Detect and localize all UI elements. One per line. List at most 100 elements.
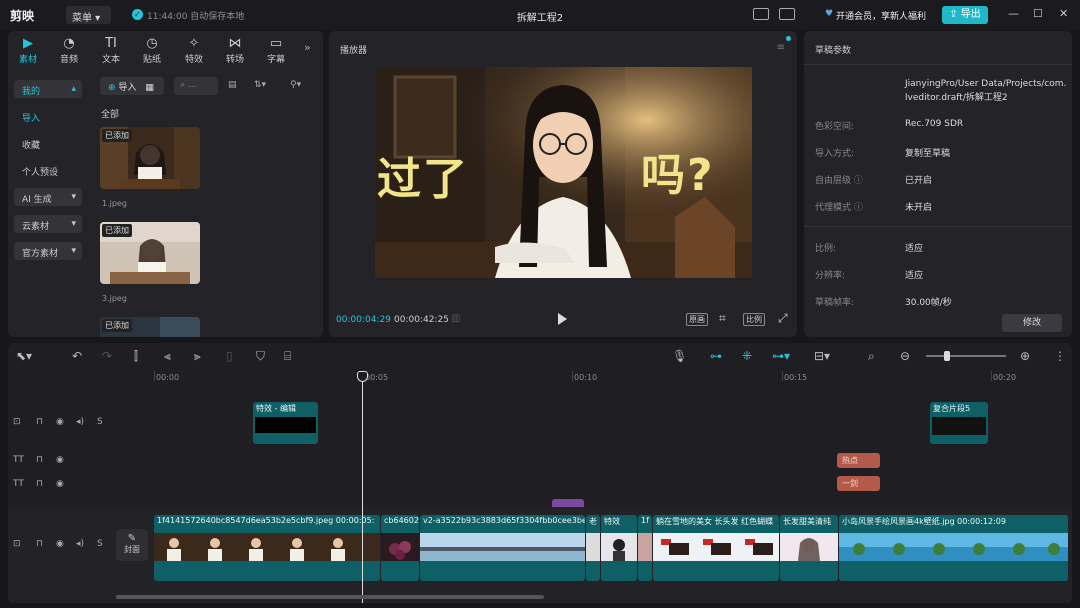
fit-zoom-icon[interactable]: ⌕: [868, 349, 875, 364]
media-thumb[interactable]: 已添加: [100, 222, 200, 284]
redo-icon[interactable]: ↷: [102, 349, 112, 363]
edit-button[interactable]: 修改: [1002, 314, 1062, 332]
media-thumb[interactable]: 已添加: [100, 317, 200, 337]
player-menu-icon[interactable]: ≡: [777, 42, 785, 53]
lock-icon[interactable]: ⊓: [36, 539, 43, 549]
lock-icon[interactable]: ⊓: [36, 455, 43, 465]
select-tool-icon[interactable]: ⬉▾: [16, 349, 32, 363]
tab-text[interactable]: TI 文本: [96, 36, 126, 65]
tab-audio[interactable]: ◔ 音频: [54, 36, 84, 65]
more-tabs-icon[interactable]: »: [304, 41, 311, 54]
layout-icon[interactable]: [779, 8, 795, 20]
ruler-tick-label: 00:15: [784, 373, 808, 382]
solo-icon[interactable]: S: [97, 539, 103, 549]
info-icon[interactable]: ⓘ: [854, 203, 863, 213]
video-clip[interactable]: 老: [586, 515, 600, 581]
video-clip[interactable]: 特效: [601, 515, 637, 581]
solo-icon[interactable]: S: [97, 417, 103, 427]
timeline-view-icon[interactable]: ▥: [451, 313, 460, 324]
zoom-out-icon[interactable]: ⊖: [900, 349, 910, 363]
lock-icon[interactable]: ⊓: [36, 417, 43, 427]
close-icon[interactable]: ✕: [1059, 7, 1068, 20]
video-clip[interactable]: v2-a3522b93c3883d65f3304fbb0cee3be: [420, 515, 585, 581]
nav-cloud[interactable]: 云素材 ▾: [14, 215, 82, 233]
info-icon[interactable]: ⓘ: [854, 176, 863, 186]
search-input[interactable]: ⌕ ...: [174, 77, 218, 95]
aspect-ratio-button[interactable]: 比例: [743, 313, 765, 326]
effect-clip[interactable]: 特效 - 编辑: [253, 402, 318, 444]
eye-icon[interactable]: ◉: [56, 539, 64, 549]
video-clip[interactable]: 1f4141572640bc8547d6ea53b2e5cbf9.jpeg 00…: [154, 515, 380, 581]
text-clip[interactable]: 热点: [837, 453, 880, 468]
clip-preview: [932, 417, 986, 435]
main-track-magnet-icon[interactable]: ⊶: [710, 349, 722, 363]
media-thumb[interactable]: 已添加: [100, 127, 200, 189]
nav-ai[interactable]: AI 生成 ▾: [14, 188, 82, 206]
video-preview[interactable]: 过了 吗?: [375, 67, 752, 278]
nav-mine[interactable]: 我的 ▴: [14, 80, 82, 98]
lock-icon[interactable]: ⊓: [36, 479, 43, 489]
nav-import[interactable]: 导入: [14, 107, 82, 125]
prop-label: 导入方式:: [815, 149, 855, 159]
tab-caption[interactable]: ▭ 字幕: [261, 36, 291, 65]
video-clip[interactable]: cb64602: [381, 515, 419, 581]
filter-icon[interactable]: ⚲▾: [290, 80, 301, 90]
volume-icon[interactable]: ◂): [76, 539, 84, 549]
cover-button[interactable]: ✎ 封面: [116, 529, 148, 561]
nav-presets[interactable]: 个人预设: [14, 161, 82, 179]
fullscreen-icon[interactable]: ⤢: [778, 311, 788, 326]
original-quality-button[interactable]: 原画: [686, 313, 708, 326]
delete-icon[interactable]: ▯: [226, 349, 233, 363]
trim-right-icon[interactable]: ⫸: [194, 349, 201, 364]
caption-edit-icon[interactable]: ⌸: [284, 349, 291, 364]
import-button[interactable]: ⊕ 导入 ▦: [100, 77, 164, 95]
volume-icon[interactable]: ◂): [76, 417, 84, 427]
eye-icon[interactable]: ◉: [56, 479, 64, 489]
tab-effects[interactable]: ✧ 特效: [179, 36, 209, 65]
split-icon[interactable]: ⫿: [134, 349, 138, 364]
nav-official[interactable]: 官方素材 ▾: [14, 242, 82, 260]
nav-label: 我的: [22, 87, 41, 97]
shield-icon[interactable]: ⛉: [256, 349, 265, 364]
undo-icon[interactable]: ↶: [72, 349, 82, 363]
time-ruler[interactable]: 00:00 00:05 00:10 00:15 00:20: [154, 371, 1072, 385]
eye-icon[interactable]: ◉: [56, 455, 64, 465]
playhead-handle[interactable]: [357, 371, 368, 382]
play-icon[interactable]: [558, 313, 567, 325]
screenshot-icon[interactable]: ⌗: [719, 311, 726, 326]
more-icon[interactable]: ⋮: [1054, 349, 1066, 363]
video-clip[interactable]: 小岛风景手绘风景画4k壁纸.jpg 00:00:12:09: [839, 515, 1068, 581]
shortcut-icon[interactable]: [753, 8, 769, 20]
zoom-slider[interactable]: [926, 355, 1006, 357]
microphone-icon[interactable]: 🎙: [672, 349, 687, 363]
snap-icon[interactable]: ⁜: [742, 349, 752, 363]
link-icon[interactable]: ⊶▾: [772, 349, 790, 363]
prop-label-text: 代理模式: [815, 203, 852, 213]
zoom-slider-handle[interactable]: [944, 351, 950, 361]
video-clip[interactable]: 长发甜美清纯: [780, 515, 838, 581]
ruler-line: [154, 371, 155, 381]
tab-sticker[interactable]: ◷ 贴纸: [137, 36, 167, 65]
eye-icon[interactable]: ◉: [56, 417, 64, 427]
view-toggle-icon[interactable]: ▤: [228, 80, 237, 90]
tab-transition[interactable]: ⋈ 转场: [220, 36, 250, 65]
sticker-clip[interactable]: [552, 499, 584, 507]
nav-favorites[interactable]: 收藏: [14, 134, 82, 152]
video-clip[interactable]: 躺在雪地的美女 长头发 红色蝴蝶: [653, 515, 779, 581]
zoom-in-icon[interactable]: ⊕: [1020, 349, 1030, 363]
preview-axis-icon[interactable]: ⊟▾: [814, 349, 830, 363]
tab-media[interactable]: ▶ 素材: [13, 36, 43, 65]
sort-icon[interactable]: ⇅▾: [254, 80, 266, 90]
video-clip[interactable]: 1f: [638, 515, 652, 581]
clip-name: 1f4141572640bc8547d6ea53b2e5cbf9.jpeg 00…: [157, 516, 375, 525]
compound-clip[interactable]: 复合片段5: [930, 402, 988, 444]
trim-left-icon[interactable]: ⫷: [164, 349, 171, 364]
horizontal-scrollbar[interactable]: [116, 595, 544, 599]
playhead[interactable]: [362, 371, 363, 603]
prop-value: 30.00帧/秒: [905, 298, 952, 308]
text-clip[interactable]: 一剑: [837, 476, 880, 491]
vip-promo[interactable]: 开通会员，享新人福利: [836, 9, 926, 22]
minimize-icon[interactable]: —: [1008, 7, 1019, 20]
maximize-icon[interactable]: ☐: [1033, 7, 1043, 20]
export-button[interactable]: ⇪ 导出: [942, 6, 988, 24]
